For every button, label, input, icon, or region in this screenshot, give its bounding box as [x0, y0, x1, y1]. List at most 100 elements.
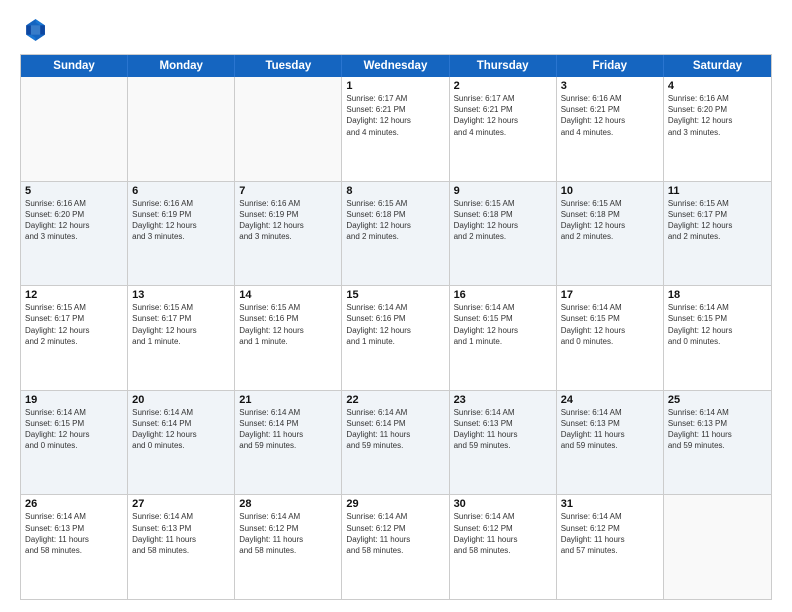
day-number: 19 — [25, 394, 123, 406]
day-info: Sunrise: 6:14 AM Sunset: 6:13 PM Dayligh… — [668, 407, 767, 452]
day-number: 30 — [454, 498, 552, 510]
day-cell-8: 8Sunrise: 6:15 AM Sunset: 6:18 PM Daylig… — [342, 182, 449, 286]
day-info: Sunrise: 6:14 AM Sunset: 6:12 PM Dayligh… — [239, 511, 337, 556]
day-cell-6: 6Sunrise: 6:16 AM Sunset: 6:19 PM Daylig… — [128, 182, 235, 286]
day-cell-19: 19Sunrise: 6:14 AM Sunset: 6:15 PM Dayli… — [21, 391, 128, 495]
day-cell-20: 20Sunrise: 6:14 AM Sunset: 6:14 PM Dayli… — [128, 391, 235, 495]
day-cell-14: 14Sunrise: 6:15 AM Sunset: 6:16 PM Dayli… — [235, 286, 342, 390]
day-cell-12: 12Sunrise: 6:15 AM Sunset: 6:17 PM Dayli… — [21, 286, 128, 390]
day-info: Sunrise: 6:14 AM Sunset: 6:15 PM Dayligh… — [561, 302, 659, 347]
day-info: Sunrise: 6:14 AM Sunset: 6:14 PM Dayligh… — [132, 407, 230, 452]
day-cell-10: 10Sunrise: 6:15 AM Sunset: 6:18 PM Dayli… — [557, 182, 664, 286]
day-number: 7 — [239, 185, 337, 197]
day-cell-23: 23Sunrise: 6:14 AM Sunset: 6:13 PM Dayli… — [450, 391, 557, 495]
day-info: Sunrise: 6:14 AM Sunset: 6:15 PM Dayligh… — [454, 302, 552, 347]
day-info: Sunrise: 6:15 AM Sunset: 6:16 PM Dayligh… — [239, 302, 337, 347]
day-header-sunday: Sunday — [21, 55, 128, 77]
day-info: Sunrise: 6:15 AM Sunset: 6:18 PM Dayligh… — [454, 198, 552, 243]
day-cell-27: 27Sunrise: 6:14 AM Sunset: 6:13 PM Dayli… — [128, 495, 235, 599]
day-header-saturday: Saturday — [664, 55, 771, 77]
day-info: Sunrise: 6:16 AM Sunset: 6:19 PM Dayligh… — [132, 198, 230, 243]
day-header-monday: Monday — [128, 55, 235, 77]
day-cell-5: 5Sunrise: 6:16 AM Sunset: 6:20 PM Daylig… — [21, 182, 128, 286]
day-info: Sunrise: 6:14 AM Sunset: 6:15 PM Dayligh… — [25, 407, 123, 452]
header — [20, 16, 772, 44]
day-cell-29: 29Sunrise: 6:14 AM Sunset: 6:12 PM Dayli… — [342, 495, 449, 599]
day-cell-30: 30Sunrise: 6:14 AM Sunset: 6:12 PM Dayli… — [450, 495, 557, 599]
day-info: Sunrise: 6:16 AM Sunset: 6:21 PM Dayligh… — [561, 93, 659, 138]
day-number: 22 — [346, 394, 444, 406]
calendar-row-3: 12Sunrise: 6:15 AM Sunset: 6:17 PM Dayli… — [21, 285, 771, 390]
calendar-row-5: 26Sunrise: 6:14 AM Sunset: 6:13 PM Dayli… — [21, 494, 771, 599]
day-info: Sunrise: 6:14 AM Sunset: 6:16 PM Dayligh… — [346, 302, 444, 347]
day-number: 5 — [25, 185, 123, 197]
day-info: Sunrise: 6:17 AM Sunset: 6:21 PM Dayligh… — [346, 93, 444, 138]
day-number: 27 — [132, 498, 230, 510]
day-number: 9 — [454, 185, 552, 197]
day-info: Sunrise: 6:15 AM Sunset: 6:17 PM Dayligh… — [25, 302, 123, 347]
day-cell-9: 9Sunrise: 6:15 AM Sunset: 6:18 PM Daylig… — [450, 182, 557, 286]
day-header-friday: Friday — [557, 55, 664, 77]
day-info: Sunrise: 6:14 AM Sunset: 6:13 PM Dayligh… — [454, 407, 552, 452]
day-header-wednesday: Wednesday — [342, 55, 449, 77]
day-cell-16: 16Sunrise: 6:14 AM Sunset: 6:15 PM Dayli… — [450, 286, 557, 390]
logo — [20, 16, 50, 44]
day-cell-7: 7Sunrise: 6:16 AM Sunset: 6:19 PM Daylig… — [235, 182, 342, 286]
day-cell-18: 18Sunrise: 6:14 AM Sunset: 6:15 PM Dayli… — [664, 286, 771, 390]
day-info: Sunrise: 6:16 AM Sunset: 6:20 PM Dayligh… — [668, 93, 767, 138]
calendar: SundayMondayTuesdayWednesdayThursdayFrid… — [20, 54, 772, 600]
day-number: 18 — [668, 289, 767, 301]
day-info: Sunrise: 6:14 AM Sunset: 6:13 PM Dayligh… — [25, 511, 123, 556]
day-cell-31: 31Sunrise: 6:14 AM Sunset: 6:12 PM Dayli… — [557, 495, 664, 599]
day-number: 15 — [346, 289, 444, 301]
day-cell-21: 21Sunrise: 6:14 AM Sunset: 6:14 PM Dayli… — [235, 391, 342, 495]
day-number: 28 — [239, 498, 337, 510]
day-info: Sunrise: 6:14 AM Sunset: 6:12 PM Dayligh… — [561, 511, 659, 556]
day-cell-28: 28Sunrise: 6:14 AM Sunset: 6:12 PM Dayli… — [235, 495, 342, 599]
day-cell-2: 2Sunrise: 6:17 AM Sunset: 6:21 PM Daylig… — [450, 77, 557, 181]
day-info: Sunrise: 6:17 AM Sunset: 6:21 PM Dayligh… — [454, 93, 552, 138]
day-number: 26 — [25, 498, 123, 510]
day-number: 14 — [239, 289, 337, 301]
day-cell-11: 11Sunrise: 6:15 AM Sunset: 6:17 PM Dayli… — [664, 182, 771, 286]
day-cell-13: 13Sunrise: 6:15 AM Sunset: 6:17 PM Dayli… — [128, 286, 235, 390]
empty-cell — [21, 77, 128, 181]
day-info: Sunrise: 6:14 AM Sunset: 6:13 PM Dayligh… — [561, 407, 659, 452]
day-number: 6 — [132, 185, 230, 197]
day-number: 23 — [454, 394, 552, 406]
day-number: 20 — [132, 394, 230, 406]
logo-icon — [20, 16, 48, 44]
day-cell-24: 24Sunrise: 6:14 AM Sunset: 6:13 PM Dayli… — [557, 391, 664, 495]
day-cell-4: 4Sunrise: 6:16 AM Sunset: 6:20 PM Daylig… — [664, 77, 771, 181]
day-number: 21 — [239, 394, 337, 406]
day-cell-17: 17Sunrise: 6:14 AM Sunset: 6:15 PM Dayli… — [557, 286, 664, 390]
calendar-row-4: 19Sunrise: 6:14 AM Sunset: 6:15 PM Dayli… — [21, 390, 771, 495]
day-number: 12 — [25, 289, 123, 301]
day-number: 10 — [561, 185, 659, 197]
day-number: 3 — [561, 80, 659, 92]
empty-cell — [664, 495, 771, 599]
empty-cell — [128, 77, 235, 181]
day-header-thursday: Thursday — [450, 55, 557, 77]
day-number: 29 — [346, 498, 444, 510]
day-number: 11 — [668, 185, 767, 197]
day-info: Sunrise: 6:15 AM Sunset: 6:17 PM Dayligh… — [668, 198, 767, 243]
calendar-row-2: 5Sunrise: 6:16 AM Sunset: 6:20 PM Daylig… — [21, 181, 771, 286]
day-info: Sunrise: 6:16 AM Sunset: 6:20 PM Dayligh… — [25, 198, 123, 243]
day-info: Sunrise: 6:14 AM Sunset: 6:15 PM Dayligh… — [668, 302, 767, 347]
day-cell-25: 25Sunrise: 6:14 AM Sunset: 6:13 PM Dayli… — [664, 391, 771, 495]
day-info: Sunrise: 6:15 AM Sunset: 6:17 PM Dayligh… — [132, 302, 230, 347]
day-cell-3: 3Sunrise: 6:16 AM Sunset: 6:21 PM Daylig… — [557, 77, 664, 181]
day-number: 24 — [561, 394, 659, 406]
day-number: 8 — [346, 185, 444, 197]
day-info: Sunrise: 6:14 AM Sunset: 6:12 PM Dayligh… — [454, 511, 552, 556]
day-number: 1 — [346, 80, 444, 92]
empty-cell — [235, 77, 342, 181]
day-info: Sunrise: 6:14 AM Sunset: 6:14 PM Dayligh… — [346, 407, 444, 452]
day-info: Sunrise: 6:14 AM Sunset: 6:14 PM Dayligh… — [239, 407, 337, 452]
day-info: Sunrise: 6:14 AM Sunset: 6:12 PM Dayligh… — [346, 511, 444, 556]
day-cell-26: 26Sunrise: 6:14 AM Sunset: 6:13 PM Dayli… — [21, 495, 128, 599]
calendar-header: SundayMondayTuesdayWednesdayThursdayFrid… — [21, 55, 771, 77]
day-info: Sunrise: 6:15 AM Sunset: 6:18 PM Dayligh… — [561, 198, 659, 243]
day-info: Sunrise: 6:16 AM Sunset: 6:19 PM Dayligh… — [239, 198, 337, 243]
